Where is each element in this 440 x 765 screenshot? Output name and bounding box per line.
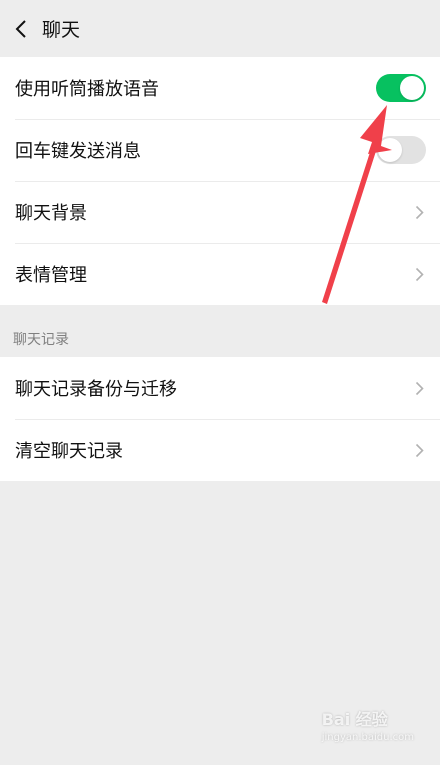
chevron-left-icon[interactable] [6, 14, 36, 44]
setting-earpiece-playback[interactable]: 使用听筒播放语音 [0, 57, 440, 119]
setting-label: 使用听筒播放语音 [15, 79, 159, 100]
toggle-knob [400, 76, 424, 100]
setting-history-backup[interactable]: 聊天记录备份与迁移 [0, 357, 440, 419]
setting-label: 清空聊天记录 [15, 441, 123, 462]
chevron-right-icon [412, 264, 426, 284]
setting-label: 聊天背景 [15, 203, 87, 224]
chat-history-group: 聊天记录备份与迁移 清空聊天记录 [0, 357, 440, 481]
setting-sticker-management[interactable]: 表情管理 [0, 243, 440, 305]
top-bar: 聊天 [0, 0, 440, 57]
page-title: 聊天 [42, 19, 81, 41]
section-title: 聊天记录 [13, 332, 69, 348]
earpiece-toggle[interactable] [376, 74, 426, 102]
chevron-right-icon [412, 378, 426, 398]
chevron-right-icon [412, 440, 426, 460]
setting-chat-background[interactable]: 聊天背景 [0, 181, 440, 243]
watermark-logo: Bai 经验 jingyan.baidu.com [322, 706, 414, 743]
chat-settings-group: 使用听筒播放语音 回车键发送消息 聊天背景 表情管理 [0, 57, 440, 305]
setting-label: 表情管理 [15, 265, 87, 286]
chevron-right-icon [412, 202, 426, 222]
watermark-text: Bai 经验 [321, 710, 388, 729]
setting-clear-history[interactable]: 清空聊天记录 [0, 419, 440, 481]
toggle-knob [378, 138, 402, 162]
setting-enter-to-send[interactable]: 回车键发送消息 [0, 119, 440, 181]
setting-label: 聊天记录备份与迁移 [15, 379, 177, 400]
watermark-url: jingyan.baidu.com [321, 732, 414, 743]
setting-label: 回车键发送消息 [15, 141, 141, 162]
enter-send-toggle[interactable] [376, 136, 426, 164]
